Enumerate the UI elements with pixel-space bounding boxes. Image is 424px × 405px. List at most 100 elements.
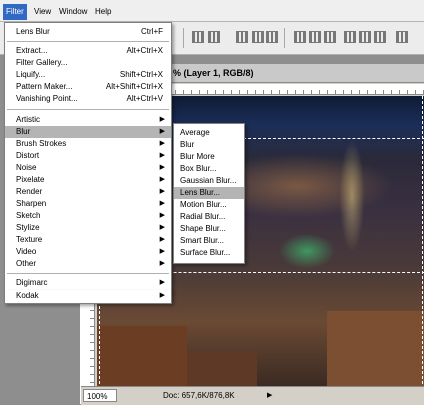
distribute-right-icon[interactable]: [374, 31, 386, 43]
menu-item-label: Blur: [180, 140, 195, 149]
menu-view[interactable]: View: [31, 6, 54, 17]
building-silhouette: [97, 326, 187, 386]
menu-item-noise[interactable]: Noise ▶: [5, 162, 171, 174]
menu-item-label: Extract...: [16, 46, 48, 55]
menu-item-shortcut: Alt+Ctrl+X: [126, 46, 163, 55]
blur-item-shape-blur[interactable]: Shape Blur...: [174, 223, 244, 235]
menu-item-sharpen[interactable]: Sharpen ▶: [5, 198, 171, 210]
menu-item-shortcut: Alt+Shift+Ctrl+X: [105, 82, 163, 91]
blur-item-blur-more[interactable]: Blur More: [174, 151, 244, 163]
submenu-arrow-icon: ▶: [159, 248, 165, 255]
blur-item-lens-blur[interactable]: Lens Blur...: [174, 187, 244, 199]
menu-item-extract[interactable]: Extract... Alt+Ctrl+X: [5, 45, 171, 57]
status-bar: 100% Doc: 657,6K/876,8K ▶: [81, 386, 424, 405]
blur-item-motion-blur[interactable]: Motion Blur...: [174, 199, 244, 211]
menu-item-label: Shape Blur...: [180, 224, 226, 233]
menu-item-last-filter[interactable]: Lens Blur Ctrl+F: [5, 26, 171, 38]
menu-item-pattern-maker[interactable]: Pattern Maker... Alt+Shift+Ctrl+X: [5, 81, 171, 93]
menu-item-kodak[interactable]: Kodak ▶: [5, 290, 171, 302]
menu-item-filter-gallery[interactable]: Filter Gallery...: [5, 57, 171, 69]
submenu-arrow-icon: ▶: [159, 200, 165, 207]
align-left-icon[interactable]: [236, 31, 248, 43]
menu-separator: [7, 109, 169, 110]
menu-item-brush-strokes[interactable]: Brush Strokes ▶: [5, 138, 171, 150]
menu-item-label: Surface Blur...: [180, 248, 231, 257]
blur-submenu: Average Blur Blur More Box Blur... Gauss…: [173, 123, 245, 264]
menu-item-sketch[interactable]: Sketch ▶: [5, 210, 171, 222]
menu-filter[interactable]: Filter: [3, 4, 27, 20]
distribute-center-icon[interactable]: [359, 31, 371, 43]
align-middle-icon[interactable]: [208, 31, 220, 43]
menu-item-label: Stylize: [16, 223, 40, 232]
menu-item-label: Lens Blur...: [180, 188, 221, 197]
menu-item-label: Gaussian Blur...: [180, 176, 237, 185]
menu-item-artistic[interactable]: Artistic ▶: [5, 114, 171, 126]
menu-window[interactable]: Window: [56, 6, 90, 17]
menu-help[interactable]: Help: [92, 6, 114, 17]
menu-item-digimarc[interactable]: Digimarc ▶: [5, 277, 171, 289]
menu-item-blur[interactable]: Blur ▶: [5, 126, 171, 138]
filter-menu: Lens Blur Ctrl+F Extract... Alt+Ctrl+X F…: [4, 22, 172, 292]
menu-item-shortcut: Alt+Ctrl+V: [126, 94, 163, 103]
menu-item-label: Lens Blur: [16, 27, 50, 36]
menu-item-video[interactable]: Video ▶: [5, 246, 171, 258]
menu-item-label: Render: [16, 187, 43, 196]
menu-item-vanishing-point[interactable]: Vanishing Point... Alt+Ctrl+V: [5, 93, 171, 105]
building-silhouette: [327, 311, 424, 386]
status-menu-arrow-icon[interactable]: ▶: [267, 391, 272, 399]
align-center-icon[interactable]: [252, 31, 264, 43]
menu-item-pixelate[interactable]: Pixelate ▶: [5, 174, 171, 186]
distribute-horizontal-icon[interactable]: [396, 31, 408, 43]
align-right-icon[interactable]: [266, 31, 278, 43]
blur-item-gaussian-blur[interactable]: Gaussian Blur...: [174, 175, 244, 187]
menu-item-texture[interactable]: Texture ▶: [5, 234, 171, 246]
blur-item-smart-blur[interactable]: Smart Blur...: [174, 235, 244, 247]
filter-menu-tail: Kodak ▶: [4, 290, 172, 304]
menu-item-render[interactable]: Render ▶: [5, 186, 171, 198]
distribute-top-icon[interactable]: [294, 31, 306, 43]
menu-item-liquify[interactable]: Liquify... Shift+Ctrl+X: [5, 69, 171, 81]
menu-item-label: Video: [16, 247, 37, 256]
submenu-arrow-icon: ▶: [159, 140, 165, 147]
submenu-arrow-icon: ▶: [159, 212, 165, 219]
menu-item-label: Vanishing Point...: [16, 94, 78, 103]
distribute-left-icon[interactable]: [344, 31, 356, 43]
menu-item-distort[interactable]: Distort ▶: [5, 150, 171, 162]
blur-item-radial-blur[interactable]: Radial Blur...: [174, 211, 244, 223]
zoom-field[interactable]: 100%: [83, 389, 117, 402]
menu-item-label: Radial Blur...: [180, 212, 226, 221]
submenu-arrow-icon: ▶: [159, 279, 165, 286]
menu-item-label: Distort: [16, 151, 40, 160]
submenu-arrow-icon: ▶: [159, 116, 165, 123]
menu-item-label: Artistic: [16, 115, 40, 124]
blur-item-surface-blur[interactable]: Surface Blur...: [174, 247, 244, 259]
blur-item-blur[interactable]: Blur: [174, 139, 244, 151]
menu-item-label: Brush Strokes: [16, 139, 67, 148]
document-title: % (Layer 1, RGB/8): [173, 68, 254, 78]
menu-item-label: Box Blur...: [180, 164, 217, 173]
menu-separator: [7, 273, 169, 274]
submenu-arrow-icon: ▶: [159, 176, 165, 183]
menu-item-label: Kodak: [16, 291, 39, 300]
menu-item-label: Filter Gallery...: [16, 58, 68, 67]
menu-item-shortcut: Ctrl+F: [141, 27, 163, 36]
blur-item-average[interactable]: Average: [174, 127, 244, 139]
menu-item-label: Digimarc: [16, 278, 48, 287]
menu-item-label: Sharpen: [16, 199, 47, 208]
building-silhouette: [187, 351, 257, 386]
distribute-middle-icon[interactable]: [309, 31, 321, 43]
menu-item-stylize[interactable]: Stylize ▶: [5, 222, 171, 234]
menu-item-other[interactable]: Other ▶: [5, 258, 171, 270]
align-top-icon[interactable]: [192, 31, 204, 43]
menu-item-label: Other: [16, 259, 37, 268]
menu-item-label: Blur More: [180, 152, 215, 161]
distribute-bottom-icon[interactable]: [324, 31, 336, 43]
submenu-arrow-icon: ▶: [159, 236, 165, 243]
submenu-arrow-icon: ▶: [159, 128, 165, 135]
blur-item-box-blur[interactable]: Box Blur...: [174, 163, 244, 175]
menu-item-label: Average: [180, 128, 210, 137]
submenu-arrow-icon: ▶: [159, 224, 165, 231]
selection-marquee-right: [422, 96, 423, 384]
menu-item-label: Texture: [16, 235, 43, 244]
submenu-arrow-icon: ▶: [159, 188, 165, 195]
